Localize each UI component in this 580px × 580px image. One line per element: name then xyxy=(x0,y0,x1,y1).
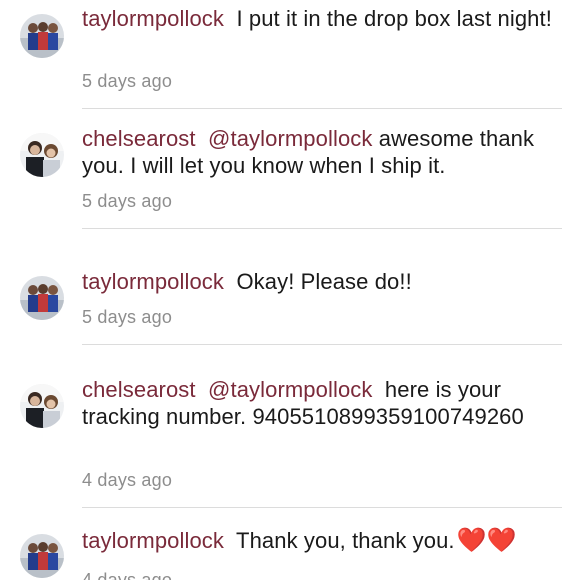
divider xyxy=(82,507,562,508)
comment-text: I put it in the drop box last night! xyxy=(236,6,552,31)
timestamp: 5 days ago xyxy=(82,191,173,211)
comment-body: taylormpollock Okay! Please do!! xyxy=(82,268,552,295)
divider xyxy=(82,228,562,229)
divider xyxy=(82,108,562,109)
divider xyxy=(82,344,562,345)
comment-text: Thank you, thank you. xyxy=(236,528,455,553)
comment-body: chelsearost @taylormpollock awesome than… xyxy=(82,125,552,179)
avatar[interactable] xyxy=(20,534,64,578)
username-link[interactable]: taylormpollock xyxy=(82,528,224,553)
heart-emoji-icon: ❤️❤️ xyxy=(456,527,517,554)
avatar[interactable] xyxy=(20,276,64,320)
username-link[interactable]: chelsearost xyxy=(82,377,196,402)
avatar[interactable] xyxy=(20,384,64,428)
username-link[interactable]: chelsearost xyxy=(82,126,196,151)
comment-body: chelsearost @taylormpollock here is your… xyxy=(82,376,532,430)
avatar[interactable] xyxy=(20,14,64,58)
couple-photo-icon xyxy=(20,133,64,177)
timestamp: 5 days ago xyxy=(82,71,173,91)
group-photo-icon xyxy=(20,276,64,320)
comment-text: Okay! Please do!! xyxy=(236,269,412,294)
comment-body: taylormpollock Thank you, thank you.❤️❤️ xyxy=(82,527,552,554)
mention-link[interactable]: @taylormpollock xyxy=(208,126,372,151)
avatar[interactable] xyxy=(20,133,64,177)
username-link[interactable]: taylormpollock xyxy=(82,6,224,31)
mention-link[interactable]: @taylormpollock xyxy=(208,377,372,402)
group-photo-icon xyxy=(20,534,64,578)
timestamp: 5 days ago xyxy=(82,307,173,327)
couple-photo-icon xyxy=(20,384,64,428)
comment-body: taylormpollock I put it in the drop box … xyxy=(82,5,552,32)
timestamp: 4 days ago xyxy=(82,570,173,580)
group-photo-icon xyxy=(20,14,64,58)
comment-thread: taylormpollock I put it in the drop box … xyxy=(0,0,580,580)
username-link[interactable]: taylormpollock xyxy=(82,269,224,294)
timestamp: 4 days ago xyxy=(82,470,173,490)
